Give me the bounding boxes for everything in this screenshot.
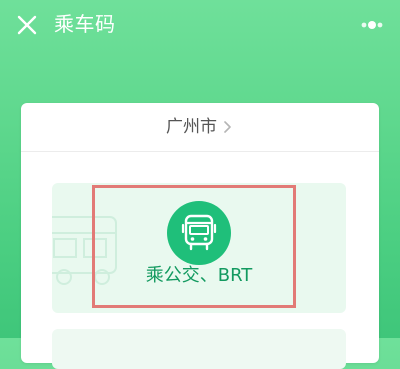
ride-code-card: 广州市 乘公交、BRT <box>21 103 379 369</box>
page-title: 乘车码 <box>54 12 116 36</box>
close-icon <box>17 15 37 35</box>
city-selector[interactable]: 广州市 <box>21 103 379 151</box>
more-options-button[interactable] <box>350 14 390 36</box>
next-option-panel[interactable] <box>52 329 346 369</box>
top-bar: 乘车码 <box>0 0 400 52</box>
close-button[interactable] <box>14 12 40 38</box>
divider <box>21 151 379 152</box>
bus-brt-option[interactable]: 乘公交、BRT <box>52 183 346 313</box>
highlight-box <box>92 185 296 308</box>
city-name: 广州市 <box>166 117 217 137</box>
more-options-icon <box>361 21 383 29</box>
chevron-right-icon <box>224 121 231 133</box>
